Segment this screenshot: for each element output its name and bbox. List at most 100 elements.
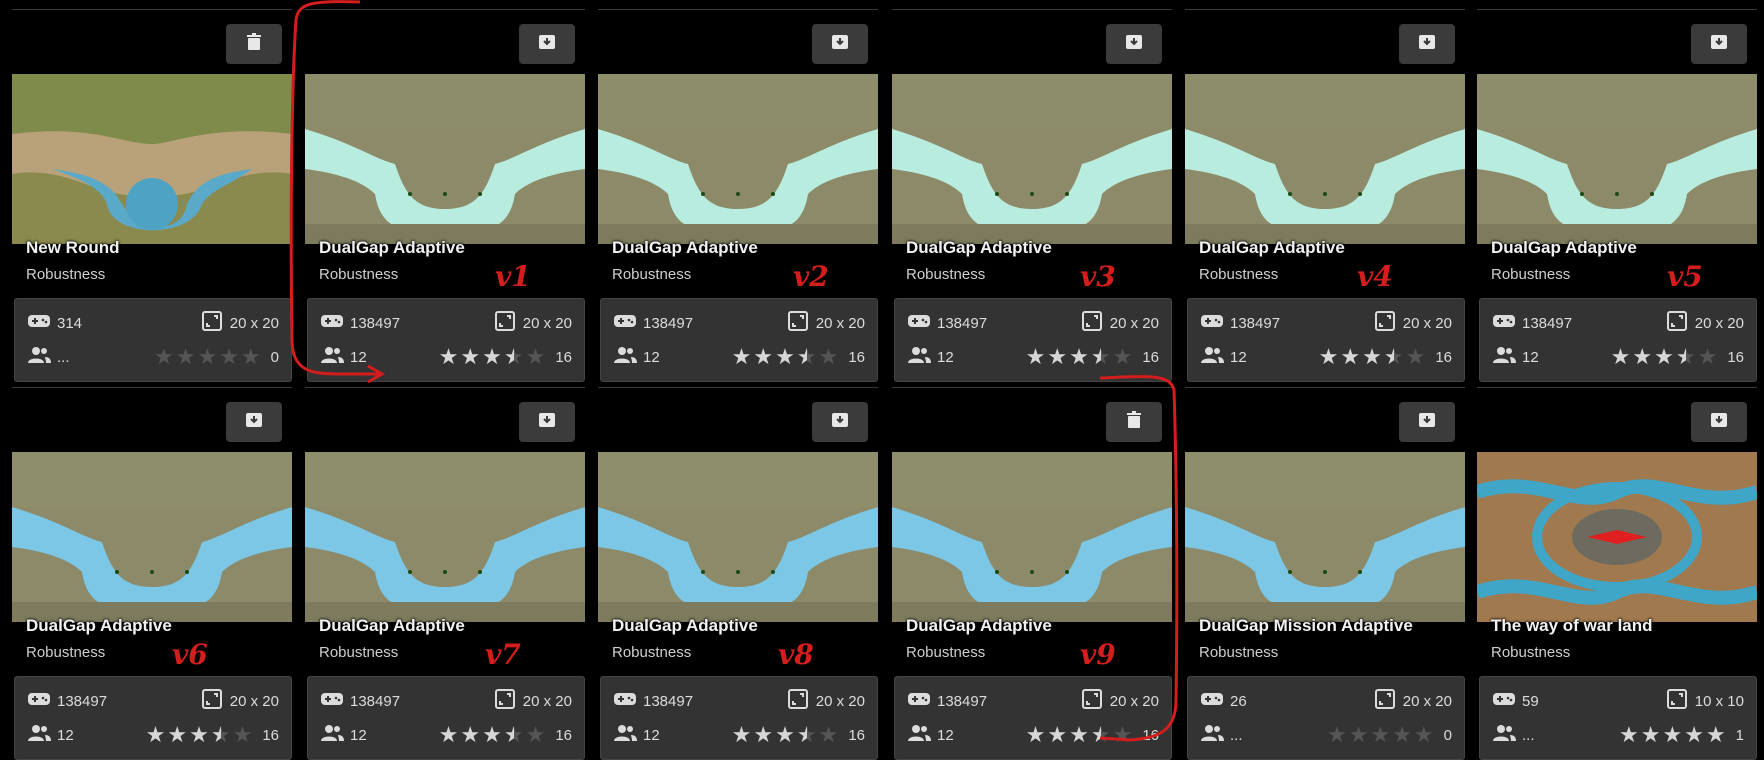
download-button[interactable] [519, 24, 575, 64]
delete-button[interactable] [1106, 402, 1162, 442]
star-icon[interactable]: ★ [504, 724, 524, 746]
map-card[interactable]: DualGap Adaptive Robustness v2 138497 20… [598, 9, 878, 382]
map-card[interactable]: DualGap Adaptive Robustness v4 138497 20… [1185, 9, 1465, 382]
star-icon[interactable]: ★ [775, 724, 795, 746]
star-icon[interactable]: ★ [460, 724, 480, 746]
rating[interactable]: ★ ★ ★ ★ ★ 16 [1319, 346, 1452, 368]
star-icon[interactable]: ★ [1619, 724, 1639, 746]
rating[interactable]: ★ ★ ★ ★ ★ 16 [439, 346, 572, 368]
star-icon[interactable]: ★ [732, 346, 752, 368]
star-icon[interactable]: ★ [146, 724, 166, 746]
star-icon[interactable]: ★ [1113, 724, 1133, 746]
star-icon[interactable]: ★ [526, 724, 546, 746]
rating[interactable]: ★ ★ ★ ★ ★ 16 [1026, 346, 1159, 368]
star-icon[interactable]: ★ [439, 724, 459, 746]
star-icon[interactable]: ★ [1632, 346, 1652, 368]
map-card[interactable]: DualGap Mission Adaptive Robustness 26 2… [1185, 387, 1465, 760]
map-thumbnail[interactable] [1477, 452, 1757, 622]
map-thumbnail[interactable] [892, 74, 1172, 244]
star-icon[interactable]: ★ [1684, 724, 1704, 746]
star-icon[interactable]: ★ [439, 346, 459, 368]
star-icon[interactable]: ★ [1047, 346, 1067, 368]
delete-button[interactable] [226, 24, 282, 64]
map-thumbnail[interactable] [305, 452, 585, 622]
star-icon[interactable]: ★ [482, 346, 502, 368]
star-icon[interactable]: ★ [189, 724, 209, 746]
map-card[interactable]: DualGap Adaptive Robustness v9 138497 20… [892, 387, 1172, 760]
star-icon[interactable]: ★ [1026, 724, 1046, 746]
star-icon[interactable]: ★ [1340, 346, 1360, 368]
star-icon[interactable]: ★ [1406, 346, 1426, 368]
map-thumbnail[interactable] [1185, 74, 1465, 244]
star-icon[interactable]: ★ [1662, 724, 1682, 746]
rating[interactable]: ★ ★ ★ ★ ★ 0 [1327, 724, 1452, 746]
download-button[interactable] [1691, 402, 1747, 442]
map-thumbnail[interactable] [1477, 74, 1757, 244]
star-icon[interactable]: ★ [1370, 724, 1390, 746]
star-icon[interactable]: ★ [1069, 346, 1089, 368]
star-icon[interactable]: ★ [1362, 346, 1382, 368]
map-thumbnail[interactable] [1185, 452, 1465, 622]
star-icon[interactable]: ★ [1676, 346, 1696, 368]
star-icon[interactable]: ★ [460, 346, 480, 368]
download-button[interactable] [812, 24, 868, 64]
star-icon[interactable]: ★ [526, 346, 546, 368]
star-icon[interactable]: ★ [753, 724, 773, 746]
map-thumbnail[interactable] [892, 452, 1172, 622]
star-icon[interactable]: ★ [1349, 724, 1369, 746]
star-icon[interactable]: ★ [1654, 346, 1674, 368]
star-icon[interactable]: ★ [219, 346, 239, 368]
star-icon[interactable]: ★ [197, 346, 217, 368]
star-icon[interactable]: ★ [797, 346, 817, 368]
map-card[interactable]: DualGap Adaptive Robustness v7 138497 20… [305, 387, 585, 760]
download-button[interactable] [226, 402, 282, 442]
map-card[interactable]: DualGap Adaptive Robustness v3 138497 20… [892, 9, 1172, 382]
star-icon[interactable]: ★ [1113, 346, 1133, 368]
rating[interactable]: ★ ★ ★ ★ ★ 16 [439, 724, 572, 746]
star-icon[interactable]: ★ [1414, 724, 1434, 746]
download-button[interactable] [1691, 24, 1747, 64]
star-icon[interactable]: ★ [1384, 346, 1404, 368]
map-thumbnail[interactable] [598, 74, 878, 244]
star-icon[interactable]: ★ [482, 724, 502, 746]
star-icon[interactable]: ★ [241, 346, 261, 368]
star-icon[interactable]: ★ [819, 724, 839, 746]
map-thumbnail[interactable] [12, 452, 292, 622]
map-thumbnail[interactable] [12, 74, 292, 244]
map-card[interactable]: The way of war land Robustness 59 10 x 1… [1477, 387, 1757, 760]
download-button[interactable] [1399, 402, 1455, 442]
star-icon[interactable]: ★ [797, 724, 817, 746]
map-card[interactable]: DualGap Adaptive Robustness v6 138497 20… [12, 387, 292, 760]
rating[interactable]: ★ ★ ★ ★ ★ 16 [146, 724, 279, 746]
download-button[interactable] [812, 402, 868, 442]
star-icon[interactable]: ★ [732, 724, 752, 746]
map-thumbnail[interactable] [598, 452, 878, 622]
star-icon[interactable]: ★ [819, 346, 839, 368]
star-icon[interactable]: ★ [1611, 346, 1631, 368]
rating[interactable]: ★ ★ ★ ★ ★ 0 [154, 346, 279, 368]
download-button[interactable] [1106, 24, 1162, 64]
star-icon[interactable]: ★ [504, 346, 524, 368]
rating[interactable]: ★ ★ ★ ★ ★ 16 [1611, 346, 1744, 368]
star-icon[interactable]: ★ [1069, 724, 1089, 746]
star-icon[interactable]: ★ [154, 346, 174, 368]
map-card[interactable]: DualGap Adaptive Robustness v8 138497 20… [598, 387, 878, 760]
map-card[interactable]: New Round Robustness 314 20 x 20 ... ★ ★ ★… [12, 9, 292, 382]
star-icon[interactable]: ★ [1641, 724, 1661, 746]
star-icon[interactable]: ★ [233, 724, 253, 746]
star-icon[interactable]: ★ [1091, 724, 1111, 746]
download-button[interactable] [519, 402, 575, 442]
map-card[interactable]: DualGap Adaptive Robustness v5 138497 20… [1477, 9, 1757, 382]
star-icon[interactable]: ★ [753, 346, 773, 368]
rating[interactable]: ★ ★ ★ ★ ★ 16 [732, 724, 865, 746]
star-icon[interactable]: ★ [1319, 346, 1339, 368]
map-thumbnail[interactable] [305, 74, 585, 244]
star-icon[interactable]: ★ [167, 724, 187, 746]
map-card[interactable]: DualGap Adaptive Robustness v1 138497 20… [305, 9, 585, 382]
rating[interactable]: ★ ★ ★ ★ ★ 1 [1619, 724, 1744, 746]
rating[interactable]: ★ ★ ★ ★ ★ 16 [732, 346, 865, 368]
star-icon[interactable]: ★ [1047, 724, 1067, 746]
star-icon[interactable]: ★ [1026, 346, 1046, 368]
star-icon[interactable]: ★ [176, 346, 196, 368]
star-icon[interactable]: ★ [211, 724, 231, 746]
